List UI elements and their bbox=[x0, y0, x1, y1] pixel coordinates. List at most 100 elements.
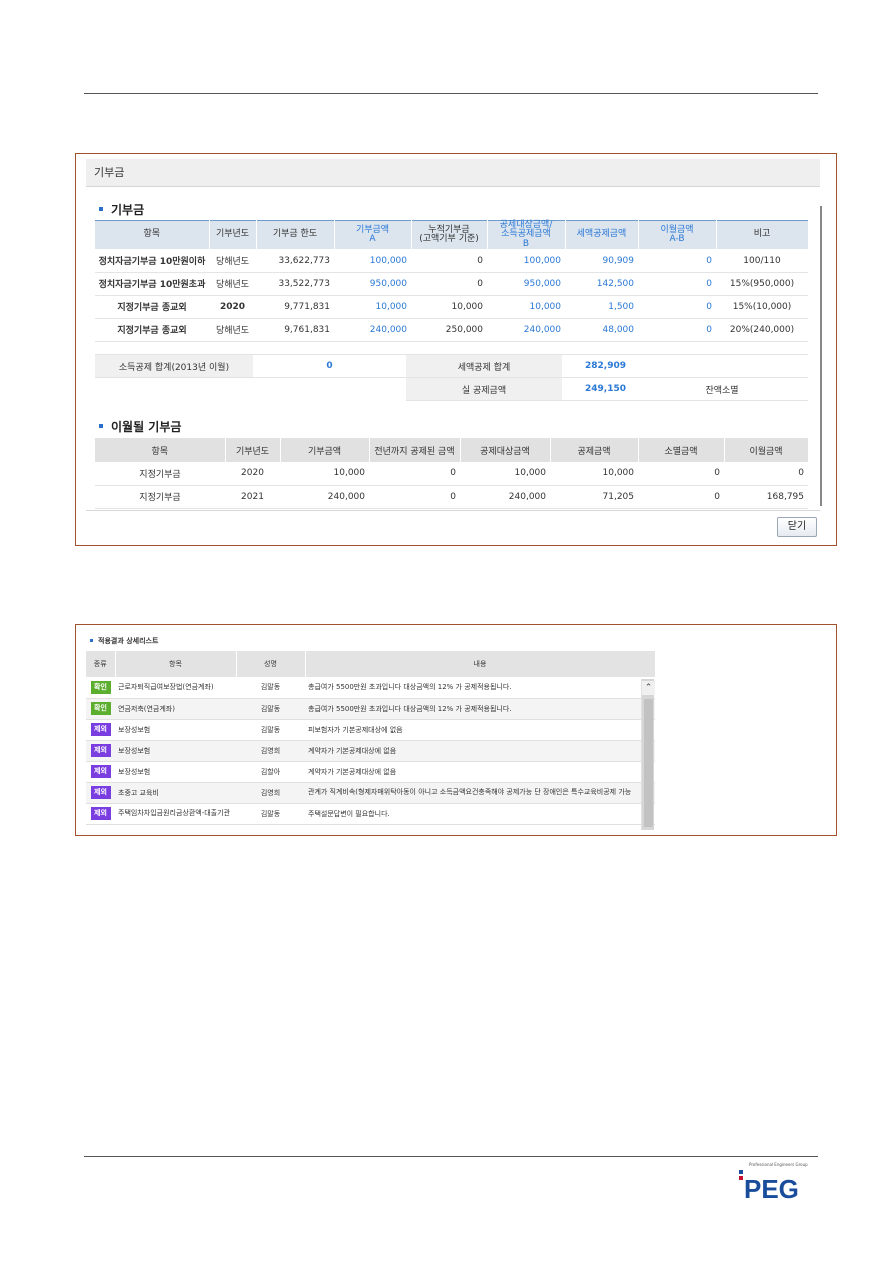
cell-item: 정치자금기부금 10만원이하 bbox=[95, 249, 209, 273]
cell-cumulative: 250,000 bbox=[411, 318, 487, 342]
cell-cumulative: 10,000 bbox=[411, 295, 487, 319]
col-header-limit: 기부금 한도 bbox=[256, 220, 335, 250]
cell-item: 보장성보험 bbox=[115, 761, 236, 783]
cell-carryover: 168,795 bbox=[724, 485, 808, 509]
cell-expired: 0 bbox=[638, 485, 724, 509]
summary-row: 소득공제 합계(2013년 이월) 0 세액공제 합계 282,909 bbox=[95, 354, 808, 378]
status-badge: 제외 bbox=[90, 765, 111, 778]
cell-amount: 10,000 bbox=[334, 295, 411, 319]
cell-limit: 33,622,773 bbox=[256, 249, 334, 273]
cell-year: 당해년도 bbox=[209, 249, 256, 273]
scrollbar-thumb[interactable] bbox=[644, 699, 653, 827]
cell-prev-deducted: 0 bbox=[369, 462, 460, 486]
cell-deductible: 240,000 bbox=[487, 318, 565, 342]
table-row[interactable]: 제외 초중고 교육비 김영희 관계가 직계비속(형제자매위탁아동이 아니고 소득… bbox=[86, 782, 655, 804]
remaining-text: 잔액소멸 bbox=[636, 377, 808, 401]
cell-year: 당해년도 bbox=[209, 272, 256, 296]
cell-item: 주택임차차입금원리금상환액-대출기관 bbox=[115, 803, 236, 825]
cell-cumulative: 0 bbox=[411, 249, 487, 273]
summary-row: 실 공제금액 249,150 잔액소멸 bbox=[95, 377, 808, 401]
section-title-carryover: 이월될 기부금 bbox=[99, 418, 181, 435]
table-row[interactable]: 제외 보장성보험 김영희 계약자가 기본공제대상에 없음 bbox=[86, 740, 655, 762]
scroll-up-icon[interactable]: ⌃ bbox=[642, 681, 655, 695]
bullet-icon bbox=[99, 423, 103, 428]
cell-tax-credit: 1,500 bbox=[565, 295, 638, 319]
table-row[interactable]: 제외 주택임차차입금원리금상환액-대출기관 김말동 주택설문답변이 필요합니다. bbox=[86, 803, 655, 825]
cell-carryover: 0 bbox=[638, 295, 716, 319]
cell-item: 초중고 교육비 bbox=[115, 782, 236, 804]
peg-logo-icon: PEG bbox=[739, 1170, 799, 1202]
cell-year: 당해년도 bbox=[209, 318, 256, 342]
col-header-deducted: 공제금액 bbox=[550, 438, 639, 462]
cell-item: 보장성보험 bbox=[115, 740, 236, 762]
cell-cumulative: 0 bbox=[411, 272, 487, 296]
status-badge: 확인 bbox=[90, 680, 111, 694]
income-deduction-value: 0 bbox=[253, 354, 406, 378]
col-header-carryover: 이월금액 A-B bbox=[638, 220, 717, 250]
table-header-row: 항목 기부년도 기부금 한도 기부금액 A 누적기부금 (고액기부 기준) 공제대상… bbox=[95, 220, 809, 250]
cell-content: 피보험자가 기본공제대상에 없음 bbox=[305, 719, 655, 741]
bullet-icon bbox=[99, 206, 103, 211]
cell-deducted: 71,205 bbox=[550, 485, 638, 509]
col-header-name: 성명 bbox=[236, 651, 306, 677]
section-title-text: 기부금 bbox=[111, 203, 145, 217]
col-header-prev-deducted: 전년까지 공제된 금액 bbox=[369, 438, 461, 462]
close-button[interactable]: 닫기 bbox=[777, 517, 817, 537]
dialog-title: 기부금 bbox=[86, 159, 820, 187]
summary-empty-cell bbox=[253, 377, 406, 401]
status-badge: 제외 bbox=[90, 807, 111, 820]
table-header-row: 종류 항목 성명 내용 bbox=[86, 651, 656, 677]
table-row[interactable]: 확인 연금저축(연금계좌) 김말동 총급여가 5500만원 초과입니다 대상금액… bbox=[86, 698, 655, 720]
cell-content: 주택설문답변이 필요합니다. bbox=[305, 803, 655, 825]
cell-carryover: 0 bbox=[638, 318, 716, 342]
carryover-table: 항목 기부년도 기부금액 전년까지 공제된 금액 공제대상금액 공제금액 소멸금… bbox=[95, 438, 809, 509]
col-header-year: 기부년도 bbox=[209, 220, 257, 250]
col-header-deductible: 공제대상금액 bbox=[460, 438, 551, 462]
col-header-item: 항목 bbox=[95, 220, 210, 250]
cell-item: 근로자퇴직급여보장법(연금계좌) bbox=[115, 677, 236, 699]
cell-deductible: 240,000 bbox=[460, 485, 550, 509]
header-rule bbox=[84, 93, 818, 94]
cell-amount: 240,000 bbox=[334, 318, 411, 342]
dialog-scrollbar[interactable] bbox=[820, 206, 822, 506]
cell-item: 지정기부금 종교외 bbox=[95, 295, 209, 319]
result-scrollbar[interactable]: ⌃ bbox=[641, 679, 655, 830]
cell-amount: 100,000 bbox=[334, 249, 411, 273]
col-header-content: 내용 bbox=[305, 651, 656, 677]
col-header-year: 기부년도 bbox=[225, 438, 281, 462]
table-row[interactable]: 제외 보장성보험 김할아 계약자가 기본공제대상에 없음 bbox=[86, 761, 655, 783]
status-badge: 제외 bbox=[90, 723, 111, 736]
cell-item: 지정기부금 bbox=[95, 462, 225, 486]
cell-year: 2020 bbox=[225, 462, 280, 486]
bullet-icon bbox=[90, 638, 93, 642]
table-row: 지정기부금 2021 240,000 0 240,000 71,205 0 16… bbox=[95, 485, 808, 509]
col-header-item: 항목 bbox=[115, 651, 237, 677]
col-header-expired: 소멸금액 bbox=[638, 438, 725, 462]
status-badge: 제외 bbox=[90, 744, 111, 757]
cell-amount: 240,000 bbox=[280, 485, 369, 509]
table-row[interactable]: 제외 보장성보험 김말동 피보험자가 기본공제대상에 없음 bbox=[86, 719, 655, 741]
status-badge: 제외 bbox=[90, 786, 111, 799]
col-header-carryover: 이월금액 bbox=[724, 438, 809, 462]
cell-year: 2021 bbox=[225, 485, 280, 509]
cell-name: 김할아 bbox=[236, 761, 305, 783]
cell-tax-credit: 142,500 bbox=[565, 272, 638, 296]
cell-carryover: 0 bbox=[724, 462, 808, 486]
cell-name: 김말동 bbox=[236, 677, 305, 699]
cell-tax-credit: 90,909 bbox=[565, 249, 638, 273]
col-header-tax-credit: 세액공제금액 bbox=[565, 220, 639, 250]
cell-name: 김말동 bbox=[236, 719, 305, 741]
table-row: 지정기부금 2020 10,000 0 10,000 10,000 0 0 bbox=[95, 462, 808, 486]
cell-item: 보장성보험 bbox=[115, 719, 236, 741]
cell-deducted: 10,000 bbox=[550, 462, 638, 486]
col-header-item: 항목 bbox=[95, 438, 226, 462]
cell-note: 15%(10,000) bbox=[716, 295, 808, 319]
table-row[interactable]: 확인 근로자퇴직급여보장법(연금계좌) 김말동 총급여가 5500만원 초과입니… bbox=[86, 677, 655, 699]
summary-empty-cell bbox=[636, 354, 808, 378]
cell-deductible: 950,000 bbox=[487, 272, 565, 296]
actual-deduction-value: 249,150 bbox=[562, 377, 636, 401]
table-row: 정치자금기부금 10만원초과 당해년도 33,522,773 950,000 0… bbox=[95, 272, 808, 296]
section-title-donation: 기부금 bbox=[99, 201, 144, 218]
col-header-note: 비고 bbox=[716, 220, 809, 250]
cell-item: 지정기부금 종교외 bbox=[95, 318, 209, 342]
